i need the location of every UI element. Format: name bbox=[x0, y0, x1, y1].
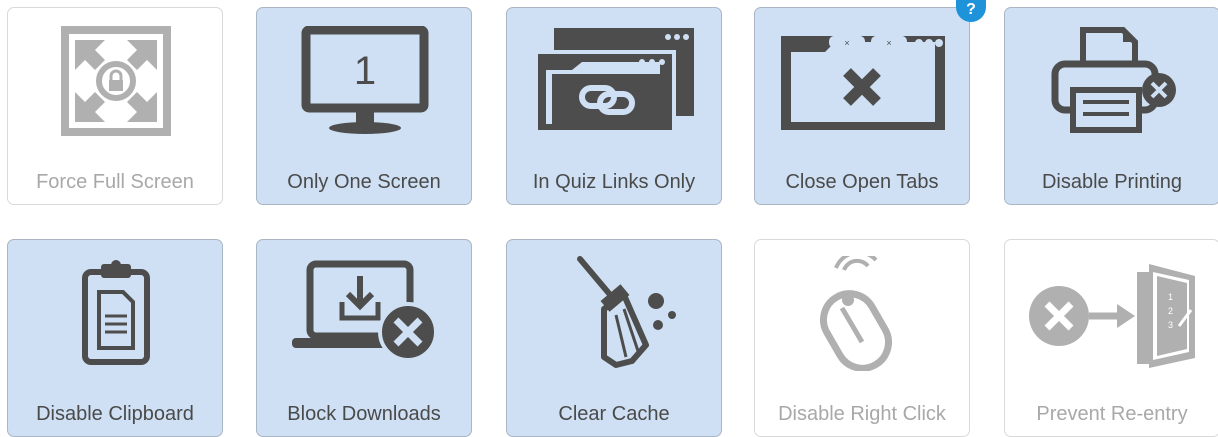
broom-icon bbox=[507, 248, 721, 378]
svg-text:×: × bbox=[844, 38, 849, 48]
tile-label: Force Full Screen bbox=[36, 171, 194, 193]
tile-label: Block Downloads bbox=[287, 403, 441, 425]
laptop-download-blocked-icon bbox=[257, 248, 471, 378]
tile-label: Only One Screen bbox=[287, 171, 441, 193]
tile-only-one-screen[interactable]: 1 Only One Screen bbox=[256, 7, 472, 205]
tile-label: In Quiz Links Only bbox=[532, 171, 696, 193]
exit-door-icon: 1 2 3 bbox=[1005, 248, 1218, 378]
tile-block-downloads[interactable]: Block Downloads bbox=[256, 239, 472, 437]
tile-label: Close Open Tabs bbox=[785, 171, 939, 193]
tile-label: Disable Clipboard bbox=[36, 403, 194, 425]
door-number: 2 bbox=[1168, 306, 1173, 316]
door-number: 1 bbox=[1168, 292, 1173, 302]
door-number: 3 bbox=[1168, 320, 1173, 330]
tile-label: Disable Right Click bbox=[778, 403, 946, 425]
tile-label: Prevent Re-entry bbox=[1036, 403, 1188, 425]
mouse-click-icon bbox=[755, 248, 969, 378]
svg-text:×: × bbox=[886, 38, 891, 48]
tile-label: Clear Cache bbox=[558, 403, 670, 425]
tile-disable-printing[interactable]: Disable Printing bbox=[1004, 7, 1218, 205]
tile-disable-right-click[interactable]: Disable Right Click bbox=[754, 239, 970, 437]
tile-clear-cache[interactable]: Clear Cache bbox=[506, 239, 722, 437]
monitor-number: 1 bbox=[354, 49, 376, 93]
security-options-grid: Force Full Screen 1 Only One Screen In Q… bbox=[0, 0, 1218, 437]
tile-close-open-tabs[interactable]: × × Close Open Tabs bbox=[754, 7, 970, 205]
close-tabs-icon: × × bbox=[755, 16, 969, 146]
printer-disabled-icon bbox=[1005, 16, 1218, 146]
browser-link-icon bbox=[507, 16, 721, 146]
tile-disable-clipboard[interactable]: Disable Clipboard bbox=[7, 239, 223, 437]
tile-prevent-re-entry[interactable]: 1 2 3 Prevent Re-entry bbox=[1004, 239, 1218, 437]
tile-in-quiz-links-only[interactable]: In Quiz Links Only bbox=[506, 7, 722, 205]
tile-label: Disable Printing bbox=[1041, 171, 1183, 193]
clipboard-icon bbox=[8, 248, 222, 378]
fullscreen-lock-icon bbox=[8, 16, 222, 146]
monitor-one-icon: 1 bbox=[257, 16, 471, 146]
tile-force-full-screen[interactable]: Force Full Screen bbox=[7, 7, 223, 205]
